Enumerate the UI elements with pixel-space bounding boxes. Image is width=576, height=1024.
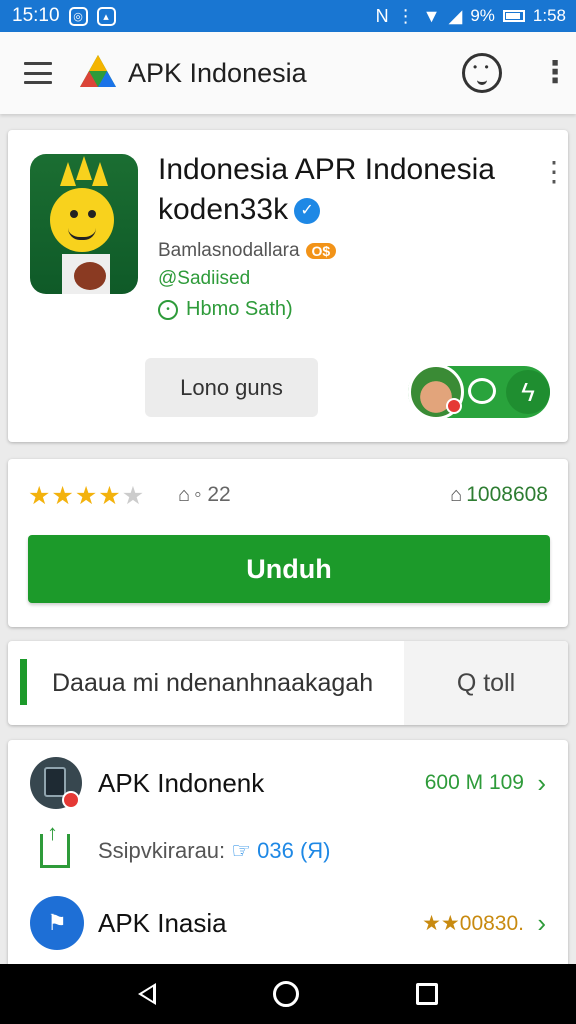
- more-vert-icon[interactable]: ⋮: [540, 58, 570, 88]
- touch-icon: ☞: [231, 838, 252, 863]
- more-vert-icon[interactable]: ⋮: [540, 158, 568, 186]
- list-item-title: APK Indonenk: [98, 767, 265, 798]
- chevron-right-icon: ›: [537, 767, 546, 798]
- star-icon: ★: [28, 482, 52, 510]
- bolt-icon[interactable]: ϟ: [506, 370, 550, 414]
- download-button[interactable]: Unduh: [28, 535, 550, 603]
- home-icon[interactable]: [272, 981, 299, 1007]
- app-icon: [30, 154, 138, 294]
- avatar-badge: [446, 398, 462, 414]
- search-accent-bar: [20, 659, 27, 705]
- list-item[interactable]: Ssipvkirarau: ☞ 036 (Я): [8, 816, 568, 886]
- search-card: Q toll: [8, 641, 568, 725]
- star-icon: ★★: [422, 911, 460, 935]
- app-thumbnail: [30, 757, 82, 809]
- install-card: ★★★★★ ⌂ ◦ 22 ⌂ 1008608 Unduh: [8, 459, 568, 627]
- app-name-text: Indonesia APR Indonesia koden33k: [158, 153, 495, 226]
- star-icon: ★: [74, 482, 99, 510]
- search-button[interactable]: Q toll: [404, 641, 568, 725]
- app-name: Indonesia APR Indonesia koden33k ✓: [158, 150, 518, 230]
- status-clock-right: 1:58: [532, 6, 566, 25]
- list-item[interactable]: APK Indonenk 600 M 109 ›: [8, 748, 568, 818]
- status-bar: 15:10 ◎ ▴ N ⋮ ▼ ◢ 9% 1:58: [0, 0, 576, 32]
- signal-icon: ◢: [448, 6, 463, 26]
- chrome-icon: ◎: [68, 6, 88, 26]
- likes-count: ⌂ ◦ 22: [178, 483, 231, 507]
- list-item-title: APK Inasia: [98, 907, 227, 938]
- battery-icon: [502, 10, 525, 22]
- face-icon[interactable]: [462, 53, 502, 93]
- share-upload-icon: [40, 820, 70, 868]
- safety-label: Hbmo Sath): [186, 298, 293, 320]
- app-detail-card: Indonesia APR Indonesia koden33k ✓ ⋮ Baml…: [8, 130, 568, 442]
- star-icon: ★: [51, 482, 75, 510]
- list-item-rating-value: 00830.: [459, 911, 524, 935]
- related-list-card: APK Indonenk 600 M 109 › Ssipvkirarau: ☞…: [8, 740, 568, 980]
- battery-percent: 9%: [470, 6, 495, 25]
- safety-line: • Hbmo Sath): [158, 298, 293, 321]
- list-item-subtitle: Ssipvkirarau: ☞ 036 (Я): [98, 838, 331, 864]
- system-nav-bar: [0, 964, 576, 1024]
- download-count: ⌂ 1008608: [450, 483, 548, 507]
- wifi-icon: ▼: [422, 6, 441, 26]
- recents-icon[interactable]: [415, 983, 438, 1005]
- shield-check-icon: •: [158, 299, 178, 320]
- image-icon: ▴: [96, 6, 116, 26]
- rating-stars: ★★★★★: [28, 481, 145, 511]
- nfc-icon: N: [375, 6, 389, 26]
- list-item[interactable]: ⚑ APK Inasia ★★00830. ›: [8, 888, 568, 958]
- developer-label: Bamlasnodallara: [158, 240, 300, 261]
- verified-icon: ✓: [294, 198, 321, 225]
- vibrate-icon: ⋮: [396, 6, 415, 26]
- list-item-rating: ★★00830.: [422, 911, 524, 936]
- back-icon[interactable]: [138, 983, 157, 1005]
- menu-icon[interactable]: [24, 62, 52, 84]
- developer-name[interactable]: Bamlasnodallara O$: [158, 240, 337, 262]
- star-icon: ★: [98, 482, 122, 510]
- list-item-meta: 600 M 109: [424, 771, 524, 794]
- likes-label: ◦ 22: [194, 483, 231, 506]
- app-tag: @Sadiised: [158, 268, 251, 289]
- list-item-sub-label: Ssipvkirarau:: [98, 838, 226, 863]
- list-item-sub-value: 036 (Я): [257, 838, 331, 863]
- downloads-label: 1008608: [466, 483, 548, 506]
- status-time: 15:10: [12, 5, 60, 26]
- thumb-up-icon: ⌂: [178, 483, 191, 506]
- chat-icon[interactable]: [468, 378, 496, 404]
- thumb-up-icon: ⌂: [450, 483, 463, 506]
- logo-icon: [80, 55, 116, 87]
- app-title: APK Indonesia: [128, 57, 307, 88]
- app-bar: APK Indonesia ⋮: [0, 32, 576, 114]
- search-input[interactable]: [38, 641, 404, 725]
- secondary-button[interactable]: Lono guns: [145, 358, 318, 417]
- developer-badge: O$: [305, 243, 337, 259]
- chevron-right-icon: ›: [537, 907, 546, 938]
- flag-icon: ⚑: [30, 896, 84, 950]
- star-half-icon: ★: [121, 482, 146, 510]
